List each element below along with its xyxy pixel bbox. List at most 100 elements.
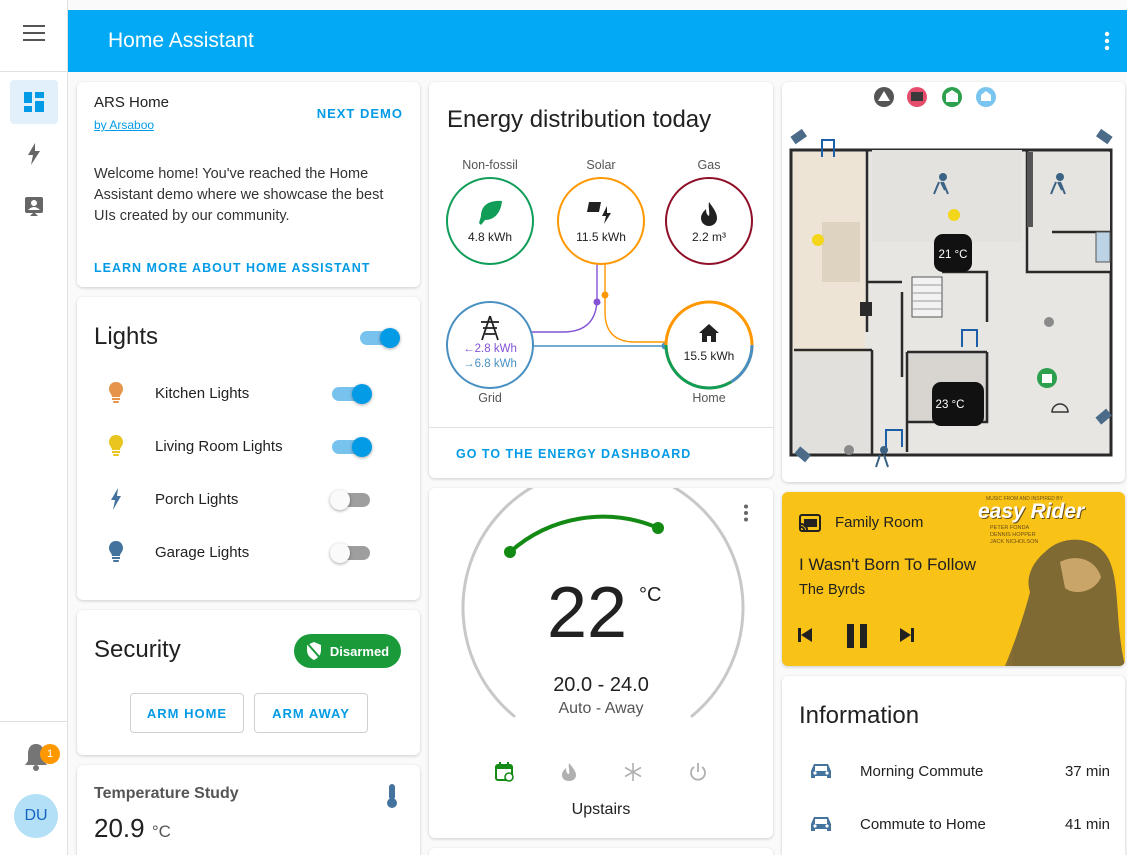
- home-label: Home: [692, 391, 725, 405]
- solar-value: 11.5 kWh: [576, 230, 626, 244]
- low-setpoint-handle[interactable]: [504, 546, 516, 558]
- energy-dashboard-link[interactable]: GO TO THE ENERGY DASHBOARD: [456, 447, 691, 461]
- page-title: Home Assistant: [108, 29, 254, 52]
- overflow-menu-icon[interactable]: [1087, 31, 1127, 51]
- security-title: Security: [94, 636, 181, 663]
- album-credits: PETER FONDA DENNIS HOPPER JACK NICHOLSON: [990, 525, 1039, 545]
- nonfossil-value: 4.8 kWh: [468, 230, 512, 244]
- gas-label: Gas: [698, 158, 721, 172]
- light-row-porch[interactable]: Porch Lights: [77, 479, 392, 519]
- thermostat-temperature: 22: [547, 573, 628, 653]
- bulb-icon: [77, 540, 155, 564]
- welcome-byline-link[interactable]: by Arsaboo: [94, 118, 154, 132]
- skip-previous-icon[interactable]: [798, 628, 812, 647]
- media-player-card[interactable]: MUSIC FROM AND INSPIRED BY easy Rider PE…: [782, 492, 1125, 666]
- floorplan-temp-upstairs[interactable]: 21 °C: [939, 249, 968, 261]
- notification-badge: 1: [40, 744, 60, 764]
- avatar[interactable]: DU: [14, 794, 58, 838]
- car-icon: [782, 815, 860, 833]
- car-icon: [782, 762, 860, 780]
- porch-lights-toggle[interactable]: [330, 490, 370, 510]
- thermostat-mode: Auto - Away: [558, 700, 644, 717]
- sensor-unit: °C: [151, 822, 171, 841]
- information-card: Information Morning Commute 37 min Commu…: [782, 676, 1125, 855]
- arm-away-button[interactable]: ARM AWAY: [254, 693, 368, 733]
- info-name: Commute to Home: [860, 815, 986, 833]
- sensor-name: Temperature Study: [94, 785, 239, 802]
- pause-icon[interactable]: [846, 624, 868, 653]
- bulb-icon: [77, 434, 155, 458]
- grid-label: Grid: [478, 391, 502, 405]
- info-value: 41 min: [1064, 815, 1110, 833]
- info-name: Morning Commute: [860, 762, 984, 780]
- nonfossil-label: Non-fossil: [462, 158, 518, 172]
- light-row-kitchen[interactable]: Kitchen Lights: [77, 373, 392, 413]
- energy-divider: [429, 427, 773, 428]
- kitchen-lights-toggle[interactable]: [332, 384, 372, 404]
- sidebar: 1 DU: [0, 0, 68, 855]
- bulb-icon: [77, 381, 155, 405]
- snowflake-icon[interactable]: [623, 762, 643, 786]
- thermostat-unit: °C: [639, 584, 662, 606]
- gas-value: 2.2 m³: [692, 230, 726, 244]
- temperature-study-card[interactable]: Temperature Study 20.9 °C: [77, 765, 420, 855]
- sidebar-header: [0, 0, 67, 72]
- solar-label: Solar: [586, 158, 615, 172]
- welcome-title: ARS Home: [94, 94, 170, 111]
- media-artist: The Byrds: [799, 582, 866, 598]
- info-row-morning-commute[interactable]: Morning Commute 37 min: [782, 751, 1125, 791]
- welcome-text: Welcome home! You've reached the Home As…: [94, 166, 384, 224]
- welcome-card: ARS Home by Arsaboo NEXT DEMO Welcome ho…: [77, 82, 420, 287]
- floorplan-temp-downstairs[interactable]: 23 °C: [936, 399, 965, 411]
- info-value: 37 min: [1064, 762, 1110, 780]
- energy-title: Energy distribution today: [447, 106, 712, 133]
- light-row-living-room[interactable]: Living Room Lights: [77, 426, 392, 466]
- top-app-bar: Home Assistant: [68, 10, 1127, 72]
- next-card-edge: [429, 848, 773, 855]
- sidebar-item-overview[interactable]: [9, 80, 58, 124]
- energy-distribution-card: Energy distribution today Non-fossil Sol…: [429, 82, 773, 478]
- sidebar-item-energy[interactable]: [10, 132, 58, 176]
- grid-export-value: →6.8 kWh: [463, 358, 517, 370]
- thermometer-icon: [386, 783, 398, 814]
- energy-flow-diagram: Non-fossil Solar Gas Grid Home 4.8 kWh 1…: [446, 158, 754, 405]
- high-setpoint-handle[interactable]: [652, 522, 664, 534]
- nonfossil-node[interactable]: [446, 177, 534, 265]
- hvac-mode-bar: [495, 762, 707, 786]
- album-title-art: easy Rider: [978, 500, 1085, 523]
- lightning-bolt-icon: [27, 143, 40, 165]
- power-icon[interactable]: [689, 762, 707, 786]
- sensor-value: 20.9 °C: [94, 813, 171, 844]
- sidebar-footer: 1 DU: [0, 721, 68, 855]
- thermostat-name: Upstairs: [571, 801, 631, 818]
- lights-card: Lights Kitchen Lights Living Room Lights…: [77, 297, 420, 600]
- living-room-lights-toggle[interactable]: [332, 437, 372, 457]
- solar-node[interactable]: [557, 177, 645, 265]
- lightning-bolt-icon: [77, 488, 155, 510]
- calendar-sync-icon[interactable]: [495, 762, 515, 786]
- security-card: Security Disarmed ARM HOME ARM AWAY: [77, 610, 420, 755]
- dashboard-icon: [23, 92, 44, 112]
- garage-lights-toggle[interactable]: [330, 543, 370, 563]
- home-value: 15.5 kWh: [684, 349, 735, 363]
- shield-off-icon: [306, 642, 322, 660]
- floorplan-image[interactable]: 21 °C 23 °C: [782, 82, 1125, 482]
- sidebar-item-logbook[interactable]: [10, 184, 58, 228]
- menu-icon[interactable]: [22, 25, 45, 46]
- light-row-garage[interactable]: Garage Lights: [77, 532, 392, 572]
- media-room: Family Room: [835, 514, 924, 531]
- thermostat-range: 20.0 - 24.0: [553, 674, 649, 696]
- security-status-text: Disarmed: [329, 643, 390, 659]
- lights-title: Lights: [94, 323, 159, 350]
- cast-icon: [799, 514, 821, 537]
- lights-master-toggle[interactable]: [360, 328, 400, 348]
- media-track: I Wasn't Born To Follow: [799, 555, 977, 574]
- arm-home-button[interactable]: ARM HOME: [130, 693, 244, 733]
- next-demo-button[interactable]: NEXT DEMO: [317, 106, 403, 121]
- account-box-icon: [24, 197, 43, 216]
- floorplan-card[interactable]: 21 °C 23 °C: [782, 82, 1125, 482]
- info-row-commute-home[interactable]: Commute to Home 41 min: [782, 804, 1125, 844]
- learn-more-link[interactable]: LEARN MORE ABOUT HOME ASSISTANT: [94, 261, 370, 275]
- fire-icon[interactable]: [561, 762, 577, 786]
- skip-next-icon[interactable]: [900, 628, 914, 647]
